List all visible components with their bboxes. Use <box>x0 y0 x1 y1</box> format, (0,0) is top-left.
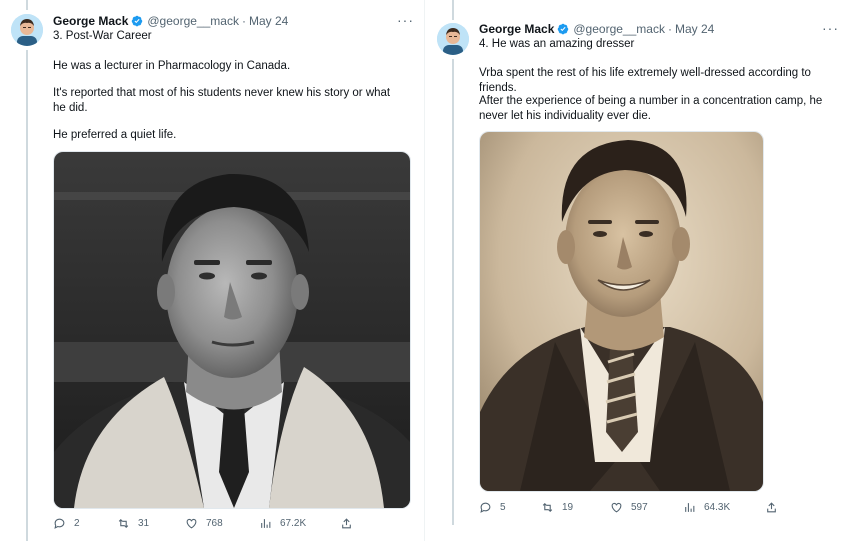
reply-count: 2 <box>74 517 80 529</box>
verified-badge-icon <box>558 23 569 35</box>
like-button[interactable]: 768 <box>185 517 223 530</box>
share-button[interactable] <box>340 517 353 530</box>
tweet-date[interactable]: May 24 <box>675 21 714 37</box>
paragraph-1: He was a lecturer in Pharmacology in Can… <box>53 60 291 72</box>
like-count: 768 <box>206 517 223 529</box>
author-handle[interactable]: @george__mack <box>147 13 239 29</box>
view-count: 67.2K <box>280 517 307 529</box>
share-icon <box>767 501 776 512</box>
view-count: 64.3K <box>704 501 731 513</box>
avatar[interactable] <box>11 14 43 46</box>
heart-icon <box>611 502 622 512</box>
retweet-count: 19 <box>562 501 574 513</box>
avatar-illustration <box>437 23 469 55</box>
thread-line <box>452 59 454 525</box>
paragraph-2: It's reported that most of his students … <box>53 87 391 114</box>
author-handle[interactable]: @george__mack <box>573 21 665 37</box>
more-options-icon[interactable]: ··· <box>397 12 414 28</box>
like-count: 597 <box>631 501 648 513</box>
avatar[interactable] <box>437 23 469 55</box>
paragraph-3: He preferred a quiet life. <box>53 129 177 141</box>
tweet-right[interactable]: George Mack @george__mack · May 24 ··· 4… <box>425 0 850 541</box>
retweet-icon <box>118 518 129 528</box>
share-icon <box>342 517 351 528</box>
tweet-header: George Mack @george__mack · May 24 <box>53 13 288 29</box>
reply-button[interactable]: 2 <box>53 517 80 530</box>
retweet-button[interactable]: 31 <box>117 517 149 530</box>
tweet-photo[interactable] <box>53 151 411 509</box>
avatar-illustration <box>11 14 43 46</box>
separator-dot: · <box>667 22 672 36</box>
heart-icon <box>186 518 197 528</box>
tweet-actions: 2 31 768 67.2K <box>53 516 409 530</box>
views-button[interactable]: 64.3K <box>683 501 730 514</box>
tweet-left[interactable]: George Mack @george__mack · May 24 ··· 3… <box>0 0 424 541</box>
reply-icon <box>480 502 491 513</box>
like-button[interactable]: 597 <box>610 501 648 514</box>
tweet-actions: 5 19 597 64.3K <box>479 500 779 514</box>
author-name[interactable]: George Mack <box>479 21 554 37</box>
tweet-photo[interactable] <box>479 131 764 492</box>
tweet-title: 4. He was an amazing dresser <box>479 38 635 50</box>
thread-line <box>26 50 28 541</box>
reply-button[interactable]: 5 <box>479 501 506 514</box>
portrait-photo-bw <box>54 152 410 508</box>
retweet-button[interactable]: 19 <box>541 501 573 514</box>
more-options-icon[interactable]: ··· <box>822 20 839 36</box>
thread-line-top <box>26 0 28 10</box>
paragraph-1: Vrba spent the rest of his life extremel… <box>479 67 811 94</box>
tweet-title: 3. Post-War Career <box>53 30 152 42</box>
paragraph-2: After the experience of being a number i… <box>479 95 823 122</box>
tweet-date[interactable]: May 24 <box>249 13 288 29</box>
retweet-count: 31 <box>138 517 150 529</box>
author-name[interactable]: George Mack <box>53 13 128 29</box>
retweet-icon <box>542 502 553 512</box>
tweet-header: George Mack @george__mack · May 24 <box>479 21 714 37</box>
views-button[interactable]: 67.2K <box>259 517 306 530</box>
analytics-icon <box>261 518 271 528</box>
reply-count: 5 <box>500 501 506 513</box>
reply-icon <box>54 518 65 529</box>
share-button[interactable] <box>765 501 778 514</box>
thread-line-top <box>452 0 454 20</box>
verified-badge-icon <box>132 15 143 27</box>
analytics-icon <box>685 502 695 512</box>
separator-dot: · <box>241 14 246 28</box>
portrait-photo-sepia <box>480 132 763 491</box>
